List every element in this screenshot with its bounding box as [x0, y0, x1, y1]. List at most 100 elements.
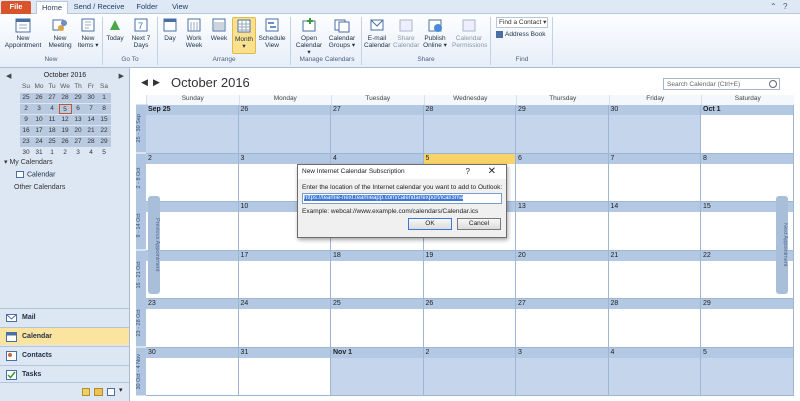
schedule-view-button[interactable]: Schedule View — [258, 17, 286, 49]
day-cell[interactable]: 20 — [516, 250, 609, 299]
minimize-ribbon-icon[interactable]: ⌃ — [770, 2, 777, 11]
tab-folder[interactable]: Folder — [130, 1, 164, 14]
mini-day[interactable]: 5 — [58, 104, 72, 114]
mini-day[interactable]: 17 — [32, 126, 46, 136]
mini-day[interactable]: 8 — [97, 104, 111, 114]
nav-calendar[interactable]: Calendar — [0, 327, 129, 345]
mini-day[interactable]: 16 — [19, 126, 33, 136]
mini-day[interactable]: 24 — [32, 137, 46, 147]
mini-day[interactable]: 26 — [58, 137, 72, 147]
today-button[interactable]: Today — [105, 17, 125, 42]
day-cell[interactable]: 21 — [608, 250, 701, 299]
mini-day[interactable]: 21 — [84, 126, 98, 136]
notes-icon[interactable] — [82, 388, 90, 396]
mini-day[interactable]: 1 — [46, 148, 59, 158]
mini-day[interactable]: 28 — [58, 93, 72, 103]
day-cell[interactable]: 30 — [608, 105, 701, 154]
month-view-button[interactable]: Month ▾ — [232, 17, 256, 54]
mini-day[interactable]: 25 — [19, 93, 33, 103]
search-icon[interactable] — [769, 80, 777, 88]
day-cell[interactable]: Nov 1 — [331, 347, 424, 396]
mini-day[interactable]: 30 — [20, 148, 33, 158]
next-7-days-button[interactable]: 7 Next 7 Days — [128, 17, 154, 49]
mini-day[interactable]: 25 — [45, 137, 59, 147]
day-cell[interactable]: 2 — [423, 347, 516, 396]
day-cell[interactable]: 29 — [516, 105, 609, 154]
mini-day[interactable]: 26 — [32, 93, 46, 103]
day-cell[interactable]: 8 — [701, 153, 794, 202]
next-appointment-tab[interactable]: Next Appointment — [776, 196, 788, 294]
help-icon[interactable]: ? — [783, 2, 787, 11]
day-cell[interactable]: 28 — [608, 299, 701, 348]
day-view-button[interactable]: Day — [160, 17, 180, 42]
folder-list-icon[interactable] — [94, 388, 103, 396]
search-calendar-input[interactable]: Search Calendar (Ctrl+E) — [663, 78, 780, 90]
day-cell[interactable]: 30 — [146, 347, 239, 396]
dialog-help-icon[interactable]: ? — [466, 167, 470, 176]
calendar-url-input[interactable]: https://teamie-next.teamieapp.com/calend… — [302, 193, 502, 204]
mini-day[interactable]: 27 — [71, 137, 85, 147]
mini-day[interactable]: 10 — [32, 115, 46, 125]
mini-day[interactable]: 27 — [45, 93, 59, 103]
mini-day[interactable]: 3 — [72, 148, 85, 158]
mini-day[interactable]: 4 — [45, 104, 59, 114]
next-month-icon[interactable]: ▶ — [153, 77, 160, 87]
new-appointment-button[interactable]: New Appointment — [2, 17, 44, 49]
calendar-permissions-button[interactable]: Calendar Permissions — [452, 17, 487, 49]
configure-buttons-icon[interactable]: ▾ — [119, 386, 123, 394]
day-cell[interactable]: 3 — [516, 347, 609, 396]
mini-day[interactable]: 11 — [45, 115, 59, 125]
day-cell[interactable]: 29 — [701, 299, 794, 348]
mini-day[interactable]: 4 — [85, 148, 98, 158]
day-cell[interactable]: 2 — [146, 153, 239, 202]
tab-send-receive[interactable]: Send / Receive — [72, 1, 126, 14]
share-calendar-button[interactable]: Share Calendar — [393, 17, 419, 49]
day-cell[interactable]: 27 — [516, 299, 609, 348]
day-cell[interactable]: 26 — [423, 299, 516, 348]
mini-day[interactable]: 29 — [71, 93, 85, 103]
mini-day[interactable]: 2 — [59, 148, 72, 158]
day-cell[interactable]: 25 — [331, 299, 424, 348]
open-calendar-button[interactable]: Open Calendar ▾ — [294, 17, 324, 56]
work-week-view-button[interactable]: Work Week — [183, 17, 205, 49]
day-cell[interactable]: 26 — [238, 105, 331, 154]
dialog-close-icon[interactable]: ✕ — [488, 166, 496, 177]
mini-day[interactable]: 29 — [97, 137, 111, 147]
mini-day[interactable]: 6 — [71, 104, 85, 114]
day-cell[interactable]: Oct 1 — [701, 105, 794, 154]
shortcuts-icon[interactable] — [107, 388, 115, 396]
day-cell[interactable]: 7 — [608, 153, 701, 202]
day-cell[interactable]: 23 — [146, 299, 239, 348]
cancel-button[interactable]: Cancel — [457, 218, 501, 230]
week-view-button[interactable]: Week — [208, 17, 230, 42]
tab-file[interactable]: File — [1, 1, 31, 14]
mini-day[interactable]: 19 — [58, 126, 72, 136]
day-cell[interactable]: 17 — [238, 250, 331, 299]
day-cell[interactable]: 18 — [331, 250, 424, 299]
mini-day[interactable]: 13 — [71, 115, 85, 125]
day-cell[interactable]: 28 — [423, 105, 516, 154]
nav-mail[interactable]: Mail — [0, 308, 129, 326]
prev-month-icon[interactable]: ◀ — [141, 77, 148, 87]
mini-day[interactable]: 31 — [33, 148, 46, 158]
tab-home[interactable]: Home — [36, 1, 68, 14]
mini-day[interactable]: 15 — [97, 115, 111, 125]
day-cell[interactable]: 24 — [238, 299, 331, 348]
new-meeting-button[interactable]: New Meeting — [46, 17, 74, 49]
day-cell[interactable]: 13 — [516, 202, 609, 251]
mini-day[interactable]: 3 — [32, 104, 46, 114]
tab-view[interactable]: View — [166, 1, 194, 14]
calendar-folder-item[interactable]: Calendar — [16, 171, 55, 178]
previous-appointment-tab[interactable]: Previous Appointment — [148, 196, 160, 294]
day-cell[interactable]: Sep 25 — [146, 105, 239, 154]
day-cell[interactable]: 19 — [423, 250, 516, 299]
day-cell[interactable]: 14 — [608, 202, 701, 251]
publish-online-button[interactable]: Publish Online ▾ — [421, 17, 449, 49]
day-cell[interactable]: 4 — [608, 347, 701, 396]
day-cell[interactable]: 27 — [331, 105, 424, 154]
mini-day[interactable]: 22 — [97, 126, 111, 136]
other-calendars-header[interactable]: Other Calendars — [14, 184, 65, 191]
mini-day[interactable]: 23 — [19, 137, 33, 147]
mini-day[interactable]: 30 — [84, 93, 98, 103]
address-book-button[interactable]: Address Book — [496, 31, 545, 38]
